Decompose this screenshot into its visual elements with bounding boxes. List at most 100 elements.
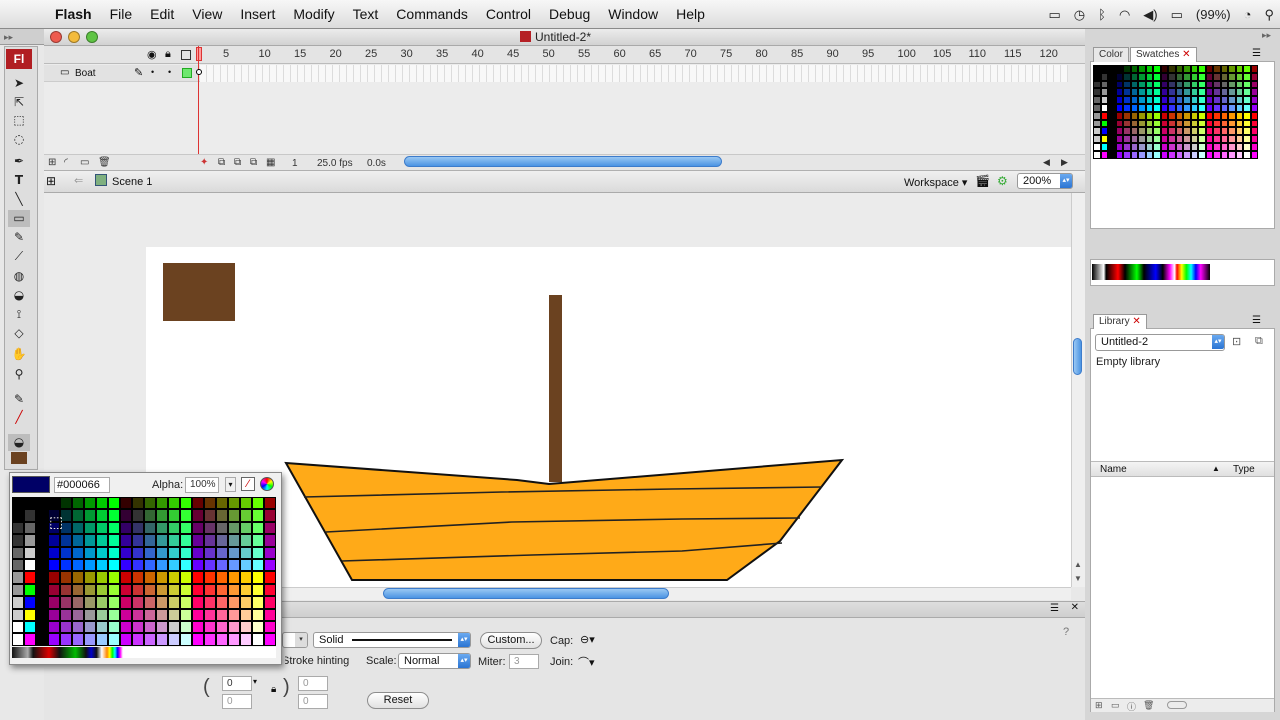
frame-number[interactable]: 25 (365, 48, 377, 60)
keyframe-marker[interactable] (196, 69, 202, 75)
color-swatch[interactable] (228, 534, 240, 547)
color-swatch[interactable] (1235, 111, 1243, 120)
color-swatch[interactable] (72, 521, 84, 535)
color-swatch[interactable] (228, 583, 240, 597)
line-tool-icon[interactable]: ╲ (8, 191, 30, 208)
color-swatch[interactable] (1153, 135, 1161, 143)
color-swatch[interactable] (96, 633, 108, 646)
color-swatch[interactable] (1123, 96, 1131, 104)
frame-number[interactable]: 10 (259, 48, 271, 60)
layer-lock-dot[interactable]: • (168, 67, 171, 77)
color-swatch[interactable] (1160, 127, 1168, 136)
color-swatch[interactable] (48, 558, 60, 572)
color-swatch[interactable] (1138, 127, 1146, 136)
boat-mast-shape[interactable] (549, 295, 562, 482)
color-swatch[interactable] (36, 497, 48, 510)
color-swatch[interactable] (1115, 142, 1123, 151)
color-swatch[interactable] (1205, 135, 1213, 143)
minimize-window-button[interactable] (68, 31, 80, 43)
color-swatch[interactable] (144, 521, 156, 535)
color-swatch[interactable] (1153, 88, 1161, 97)
color-swatch[interactable] (132, 596, 144, 609)
color-swatch[interactable] (1130, 135, 1138, 143)
color-swatch[interactable] (228, 521, 240, 535)
color-swatch[interactable] (192, 583, 204, 597)
pencil-tool-icon[interactable]: ✎ (8, 229, 30, 246)
alpha-dropdown-icon[interactable]: ▾ (225, 477, 236, 492)
color-swatch[interactable] (144, 620, 156, 634)
constrain-lock-icon[interactable]: 🔒︎ (271, 684, 276, 695)
color-swatch[interactable] (84, 571, 96, 584)
color-swatch[interactable] (48, 596, 60, 609)
color-swatch[interactable] (1100, 127, 1108, 136)
zoom-window-button[interactable] (86, 31, 98, 43)
color-swatch[interactable] (1243, 80, 1251, 89)
color-swatch[interactable] (132, 571, 144, 584)
color-swatch[interactable] (72, 534, 84, 547)
panel-close-icon[interactable]: ✕ (1071, 602, 1079, 613)
color-swatch[interactable] (180, 583, 192, 597)
color-swatch[interactable] (144, 633, 156, 646)
frame-number[interactable]: 30 (401, 48, 413, 60)
color-swatch[interactable] (144, 571, 156, 584)
layer-outline-color[interactable] (182, 68, 192, 78)
color-swatch[interactable] (1100, 111, 1108, 120)
color-swatch[interactable] (168, 534, 180, 547)
color-swatch[interactable] (264, 571, 276, 584)
color-swatch[interactable] (180, 633, 192, 646)
color-swatch[interactable] (1235, 127, 1243, 136)
color-swatch[interactable] (204, 596, 216, 609)
battery-icon[interactable]: ▭ (1171, 7, 1183, 23)
color-swatch[interactable] (120, 596, 132, 609)
color-swatch[interactable] (240, 558, 252, 572)
color-swatch[interactable] (1115, 80, 1123, 89)
color-swatch[interactable] (1160, 135, 1168, 143)
frame-number[interactable]: 65 (649, 48, 661, 60)
frame-number[interactable]: 5 (223, 48, 229, 60)
color-swatch[interactable] (1108, 119, 1116, 128)
color-swatch[interactable] (1213, 150, 1221, 159)
color-swatch[interactable] (1168, 119, 1176, 128)
color-swatch[interactable] (72, 497, 84, 510)
color-swatch[interactable] (1138, 96, 1146, 104)
color-swatch[interactable] (1168, 135, 1176, 143)
color-swatch[interactable] (204, 534, 216, 547)
color-swatch[interactable] (1235, 96, 1243, 104)
color-swatch[interactable] (168, 509, 180, 522)
color-swatch[interactable] (1093, 80, 1101, 89)
color-swatch[interactable] (1198, 72, 1206, 81)
color-swatch[interactable] (132, 546, 144, 559)
scale-select[interactable]: Normal ▴▾ (398, 653, 471, 669)
color-swatch[interactable] (1168, 80, 1176, 89)
color-swatch[interactable] (1228, 88, 1236, 97)
color-swatch[interactable] (1160, 80, 1168, 89)
menu-file[interactable]: File (101, 6, 142, 22)
color-swatch[interactable] (1093, 150, 1101, 159)
color-swatch[interactable] (1228, 150, 1236, 159)
color-swatch[interactable] (1108, 142, 1116, 151)
color-swatch[interactable] (252, 521, 264, 535)
color-swatch[interactable] (1175, 119, 1183, 128)
color-swatch[interactable] (36, 571, 48, 584)
color-swatch[interactable] (1183, 96, 1191, 104)
color-swatch[interactable] (1250, 96, 1258, 104)
color-swatch[interactable] (12, 521, 24, 535)
color-swatch[interactable] (72, 633, 84, 646)
color-swatch[interactable] (1093, 65, 1101, 73)
back-arrow-icon[interactable]: ⇐ (74, 174, 83, 187)
y-input[interactable]: 0 (222, 694, 252, 709)
color-swatch[interactable] (264, 608, 276, 621)
color-swatch[interactable] (1235, 103, 1243, 112)
color-swatch[interactable] (24, 633, 36, 646)
color-swatch[interactable] (1123, 88, 1131, 97)
color-swatch[interactable] (1153, 72, 1161, 81)
color-swatch[interactable] (216, 497, 228, 510)
color-swatch[interactable] (168, 633, 180, 646)
color-swatch[interactable] (192, 571, 204, 584)
color-swatch[interactable] (1250, 127, 1258, 136)
library-document-select[interactable]: Untitled-2 ▴▾ (1095, 334, 1225, 351)
scroll-left-icon[interactable]: ◀ (1043, 157, 1050, 168)
color-swatch[interactable] (24, 521, 36, 535)
color-swatch[interactable] (264, 534, 276, 547)
color-swatch[interactable] (1145, 103, 1153, 112)
